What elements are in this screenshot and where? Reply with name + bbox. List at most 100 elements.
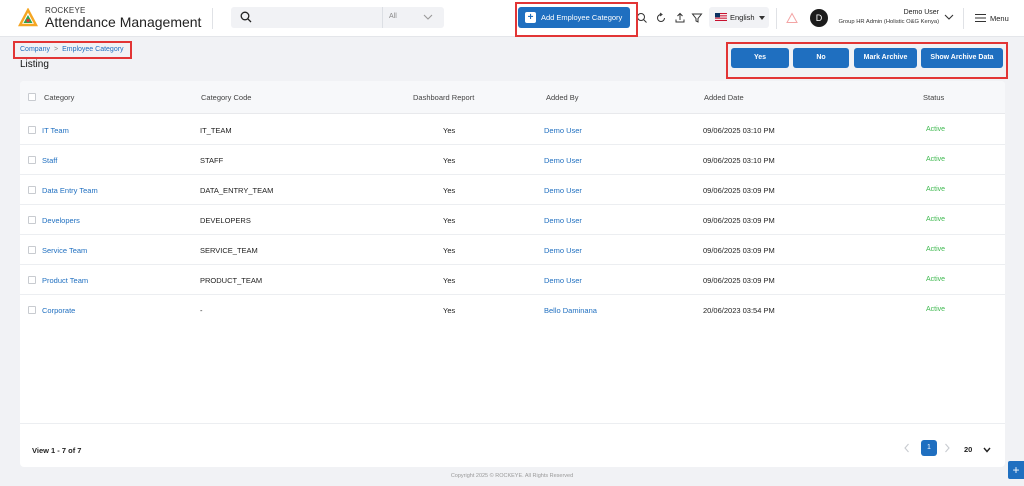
category-link[interactable]: IT Team [42, 126, 69, 135]
category-code: - [200, 306, 203, 315]
category-code: DATA_ENTRY_TEAM [200, 186, 274, 195]
search-icon[interactable] [240, 11, 252, 23]
status-badge: Active [926, 246, 946, 253]
yes-button[interactable]: Yes [731, 48, 789, 68]
page-number-button[interactable]: 1 [921, 440, 937, 456]
dashboard-report: Yes [443, 126, 456, 135]
added-date: 09/06/2025 03:10 PM [703, 156, 775, 165]
highlight-add-button [515, 2, 638, 37]
category-link[interactable]: Staff [42, 156, 57, 165]
chevron-left-icon[interactable] [902, 442, 912, 454]
avatar[interactable]: D [810, 9, 828, 27]
app-title: Attendance Management [45, 14, 202, 30]
added-by-link[interactable]: Demo User [544, 156, 582, 165]
top-header: ROCKEYE Attendance Management All + Add … [0, 0, 1024, 37]
status-badge: Active [926, 126, 946, 133]
language-select[interactable]: English [709, 7, 769, 28]
added-by-link[interactable]: Demo User [544, 246, 582, 255]
added-by-link[interactable]: Bello Daminana [544, 306, 597, 315]
status-badge: Active [926, 186, 946, 193]
us-flag-icon [715, 13, 727, 21]
hamburger-menu-icon[interactable] [975, 13, 986, 23]
added-by-link[interactable]: Demo User [544, 216, 582, 225]
filter-icon[interactable] [691, 12, 703, 24]
mark-archive-button[interactable]: Mark Archive [854, 48, 917, 68]
dashboard-report: Yes [443, 186, 456, 195]
search-input[interactable] [257, 9, 377, 26]
column-header-added-by[interactable]: Added By [546, 93, 579, 102]
language-label: English [730, 13, 755, 22]
alert-icon[interactable] [786, 12, 798, 24]
added-date: 09/06/2025 03:09 PM [703, 276, 775, 285]
dashboard-report: Yes [443, 216, 456, 225]
added-date: 09/06/2025 03:09 PM [703, 186, 775, 195]
category-code: SERVICE_TEAM [200, 246, 258, 255]
added-by-link[interactable]: Demo User [544, 186, 582, 195]
table-row: Developers DEVELOPERS Yes Demo User 09/0… [20, 205, 1005, 235]
category-code: PRODUCT_TEAM [200, 276, 263, 285]
added-date: 20/06/2023 03:54 PM [703, 306, 775, 315]
breadcrumb-company[interactable]: Company [20, 46, 50, 53]
dashboard-report: Yes [443, 246, 456, 255]
select-all-checkbox[interactable] [28, 93, 36, 101]
breadcrumb-employee-category[interactable]: Employee Category [62, 46, 123, 53]
column-header-category[interactable]: Category [44, 93, 74, 102]
category-link[interactable]: Developers [42, 216, 80, 225]
row-checkbox[interactable] [28, 276, 36, 284]
menu-label[interactable]: Menu [990, 14, 1009, 23]
refresh-icon[interactable] [655, 12, 667, 24]
added-by-link[interactable]: Demo User [544, 276, 582, 285]
dashboard-report: Yes [443, 276, 456, 285]
chevron-down-icon[interactable] [944, 13, 954, 21]
floating-add-button[interactable]: + [1008, 461, 1024, 479]
row-checkbox[interactable] [28, 126, 36, 134]
rockeye-logo-icon[interactable] [18, 8, 38, 28]
caret-down-icon [759, 16, 765, 20]
row-checkbox[interactable] [28, 186, 36, 194]
added-by-link[interactable]: Demo User [544, 126, 582, 135]
row-checkbox[interactable] [28, 216, 36, 224]
upload-icon[interactable] [674, 12, 686, 24]
divider [212, 8, 213, 29]
added-date: 09/06/2025 03:09 PM [703, 246, 775, 255]
breadcrumb-separator: > [53, 46, 59, 53]
column-header-category-code[interactable]: Category Code [201, 93, 251, 102]
dashboard-report: Yes [443, 306, 456, 315]
chevron-down-icon[interactable] [983, 447, 991, 453]
category-code: IT_TEAM [200, 126, 232, 135]
category-code: DEVELOPERS [200, 216, 251, 225]
status-badge: Active [926, 306, 946, 313]
table-row: Staff STAFF Yes Demo User 09/06/2025 03:… [20, 145, 1005, 175]
column-header-added-date[interactable]: Added Date [704, 93, 744, 102]
table-footer: View 1 - 7 of 7 1 20 [20, 423, 1005, 467]
table-row: Product Team PRODUCT_TEAM Yes Demo User … [20, 265, 1005, 295]
search-filter-select[interactable]: All [382, 7, 444, 28]
show-archive-data-button[interactable]: Show Archive Data [921, 48, 1003, 68]
row-checkbox[interactable] [28, 246, 36, 254]
column-header-dashboard-report[interactable]: Dashboard Report [413, 93, 474, 102]
row-checkbox[interactable] [28, 306, 36, 314]
table-row: IT Team IT_TEAM Yes Demo User 09/06/2025… [20, 115, 1005, 145]
category-link[interactable]: Product Team [42, 276, 88, 285]
category-code: STAFF [200, 156, 224, 165]
search-filter-value: All [389, 13, 397, 20]
dashboard-report: Yes [443, 156, 456, 165]
user-name[interactable]: Demo User [904, 9, 939, 16]
table-row: Service Team SERVICE_TEAM Yes Demo User … [20, 235, 1005, 265]
copyright-text: Copyright 2025 © ROCKEYE. All Rights Res… [450, 473, 574, 479]
per-page-select[interactable]: 20 [964, 445, 972, 454]
chevron-right-icon[interactable] [942, 442, 952, 454]
status-badge: Active [926, 276, 946, 283]
global-search: All [231, 7, 444, 28]
chevron-down-icon [423, 14, 433, 20]
user-role: Group HR Admin (Holistic O&G Kenya) [838, 19, 939, 25]
category-link[interactable]: Service Team [42, 246, 87, 255]
added-date: 09/06/2025 03:09 PM [703, 216, 775, 225]
no-button[interactable]: No [793, 48, 849, 68]
row-checkbox[interactable] [28, 156, 36, 164]
category-link[interactable]: Data Entry Team [42, 186, 98, 195]
divider [963, 8, 964, 29]
view-count: View 1 - 7 of 7 [32, 446, 82, 455]
column-header-status[interactable]: Status [923, 93, 944, 102]
category-link[interactable]: Corporate [42, 306, 75, 315]
